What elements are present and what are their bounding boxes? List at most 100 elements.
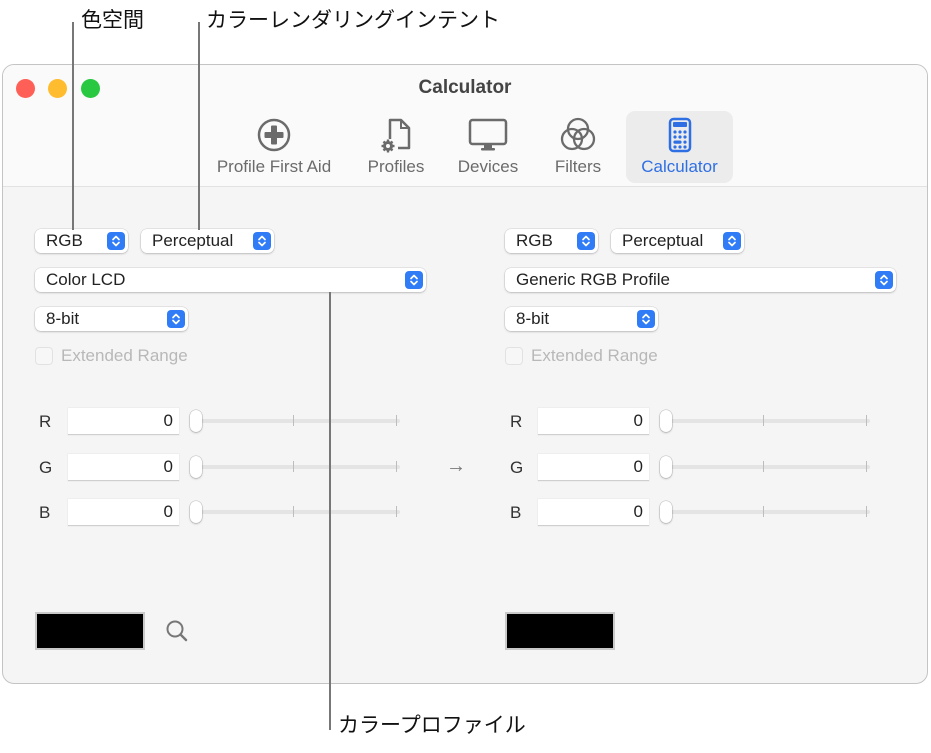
chevron-up-down-icon [577,232,595,250]
tab-profiles[interactable]: Profiles [358,111,434,183]
slider-tick [293,461,294,472]
calculator-window: Calculator Profile First Aid Profiles De… [2,64,928,684]
plus-circle-icon [257,118,291,152]
slider-tick [763,506,764,517]
chevron-up-down-icon [637,310,655,328]
calculator-icon [668,117,691,153]
popup-value: RGB [46,231,83,250]
channel-label-r: R [510,412,523,431]
channel-label-g: G [39,458,53,477]
popup-value: Color LCD [46,270,126,289]
slider-tick [866,461,867,472]
channel-label-b: B [510,503,522,522]
chevron-up-down-icon [107,232,125,250]
slider-knob[interactable] [660,501,672,523]
popup-value: Perceptual [622,231,704,250]
source-color-swatch[interactable] [35,612,145,650]
source-bit-depth-popup[interactable]: 8-bit [35,307,188,331]
source-g-slider[interactable] [190,454,400,480]
callout-line-rendering-intent [198,22,200,230]
slider-track [660,465,870,469]
source-extended-range[interactable]: Extended Range [35,346,235,368]
destination-color-space-popup[interactable]: RGB [505,229,598,253]
callout-line-color-space [72,22,74,230]
slider-tick [293,506,294,517]
slider-track [190,510,400,514]
source-g-field[interactable]: 0 [68,454,179,481]
slider-tick [396,415,397,426]
slider-knob[interactable] [190,456,202,478]
slider-knob[interactable] [190,410,202,432]
tab-profile-first-aid[interactable]: Profile First Aid [203,111,345,183]
source-r-slider[interactable] [190,408,400,434]
tab-label: Profiles [367,157,425,176]
slider-knob[interactable] [660,456,672,478]
extended-range-checkbox[interactable] [35,347,53,365]
destination-r-slider[interactable] [660,408,870,434]
destination-profile-popup[interactable]: Generic RGB Profile [505,268,896,292]
source-b-slider[interactable] [190,499,400,525]
slider-track [190,465,400,469]
callout-color-profile: カラープロファイル [338,713,526,737]
slider-tick [293,415,294,426]
destination-r-field[interactable]: 0 [538,408,649,435]
callout-color-space: 色空間 [81,8,144,32]
checkbox-label: Extended Range [61,346,188,365]
popup-value: Generic RGB Profile [516,270,670,289]
destination-g-slider[interactable] [660,454,870,480]
chevron-up-down-icon [253,232,271,250]
overlapping-circles-icon [560,117,596,151]
slider-track [190,419,400,423]
source-r-field[interactable]: 0 [68,408,179,435]
slider-track [660,419,870,423]
callout-line-color-profile [329,292,331,730]
source-b-field[interactable]: 0 [68,499,179,526]
extended-range-checkbox[interactable] [505,347,523,365]
channel-label-g: G [510,458,524,477]
window-title: Calculator [418,77,512,98]
destination-rendering-intent-popup[interactable]: Perceptual [611,229,744,253]
tab-label: Devices [457,157,519,176]
destination-extended-range[interactable]: Extended Range [505,346,705,368]
chevron-up-down-icon [405,271,423,289]
slider-tick [866,506,867,517]
slider-knob[interactable] [660,410,672,432]
popup-value: 8-bit [516,309,550,328]
tab-label: Filters [554,157,602,176]
popup-value: Perceptual [152,231,234,250]
popup-value: 8-bit [46,309,80,328]
slider-knob[interactable] [190,501,202,523]
document-gear-icon [381,118,411,153]
slider-track [660,510,870,514]
destination-bit-depth-popup[interactable]: 8-bit [505,307,658,331]
slider-tick [763,415,764,426]
source-profile-popup[interactable]: Color LCD [35,268,426,292]
source-rendering-intent-popup[interactable]: Perceptual [141,229,274,253]
popup-value: RGB [516,231,553,250]
display-icon [468,118,508,151]
destination-b-field[interactable]: 0 [538,499,649,526]
checkbox-label: Extended Range [531,346,658,365]
chevron-up-down-icon [875,271,893,289]
tab-label: Profile First Aid [216,157,332,176]
tab-filters[interactable]: Filters [543,111,613,183]
channel-label-b: B [39,503,51,522]
tab-calculator[interactable]: Calculator [626,111,733,183]
source-color-space-popup[interactable]: RGB [35,229,128,253]
tab-devices[interactable]: Devices [448,111,528,183]
chevron-up-down-icon [167,310,185,328]
chevron-up-down-icon [723,232,741,250]
destination-b-slider[interactable] [660,499,870,525]
tab-label: Calculator [641,157,718,176]
slider-tick [396,506,397,517]
title-bar: Calculator Profile First Aid Profiles De… [3,65,927,187]
destination-color-swatch [505,612,615,650]
callout-rendering-intent: カラーレンダリングインテント [206,8,500,32]
destination-g-field[interactable]: 0 [538,454,649,481]
conversion-arrow-icon: → [446,455,466,477]
channel-label-r: R [39,412,52,431]
slider-tick [396,461,397,472]
slider-tick [866,415,867,426]
magnifier-icon[interactable] [164,618,190,644]
slider-tick [763,461,764,472]
